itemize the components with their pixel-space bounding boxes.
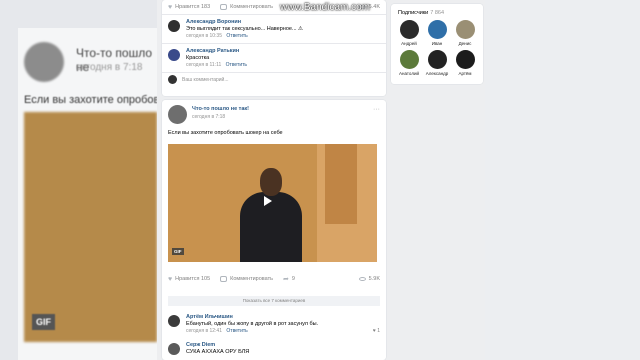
subscriber[interactable]: Денис [451, 20, 479, 46]
comment-date: сегодня в 11:11 [186, 62, 222, 68]
background-avatar [24, 42, 64, 82]
comment-author[interactable]: Серж Diem [186, 342, 380, 348]
like-count: 183 [200, 4, 211, 10]
views-count: 5.9K [368, 276, 380, 282]
background-left: Что-то пошло не сегодня в 7:18 Если вы з… [0, 0, 157, 360]
subscriber[interactable]: Александр [423, 50, 451, 76]
background-post-text: Если вы захотите опробова [24, 94, 157, 106]
background-gif-badge: GIF [32, 314, 55, 330]
share-count: 9 [291, 276, 295, 282]
avatar [399, 50, 419, 69]
video-frame-person-head [260, 168, 282, 196]
comment-author[interactable]: Александр Воронин [186, 19, 380, 25]
comment-label: Комментировать [230, 4, 273, 10]
comment-meta: сегодня в 11:11 Ответить [186, 62, 380, 68]
more-options-icon[interactable]: ··· [373, 106, 380, 113]
reply-button[interactable]: Ответить [226, 33, 247, 39]
play-icon[interactable] [264, 196, 272, 206]
comment-text: Красотка [186, 55, 210, 61]
reply-button[interactable]: Ответить [226, 328, 247, 334]
avatar[interactable] [168, 343, 180, 355]
comment-text: СУКА АХХАХА ОРУ БЛЯ [186, 349, 250, 355]
like-button[interactable]: ♥ Нравится 105 [168, 276, 210, 283]
comment-icon [220, 276, 228, 282]
subscriber[interactable]: Артём [451, 50, 479, 76]
subscriber-name: Иван [431, 41, 443, 46]
post-actions: ♥ Нравится 105 Комментировать ➦ 9 5.9K [162, 272, 386, 286]
subscriber[interactable]: Анатолий [395, 50, 423, 76]
comment-date: сегодня в 12:41 [186, 328, 222, 334]
watermark: www.Bandicam.com [280, 2, 371, 13]
comment: Александр Ратькин Красотка сегодня в 11:… [162, 43, 386, 72]
avatar [455, 20, 475, 39]
avatar[interactable] [168, 20, 180, 32]
comment-date: сегодня в 10:35 [186, 33, 222, 39]
avatar[interactable] [168, 315, 180, 327]
comment-icon [220, 4, 228, 10]
heart-icon: ♥ [168, 275, 173, 283]
subscriber[interactable]: Андрей [395, 20, 423, 46]
subscribers-count: 7 864 [430, 10, 445, 16]
video-player[interactable]: GIF [168, 144, 377, 262]
subscriber-name: Андрей [401, 41, 417, 46]
eye-icon [358, 277, 366, 281]
avatar[interactable] [168, 105, 187, 124]
post-header: Что-то пошло не так! сегодня в 7:18 ··· [162, 100, 386, 126]
background-video [24, 112, 157, 342]
comment: Артём Ильчишин Ебанутый, один бы жопу в … [162, 310, 386, 338]
post-text: Если вы захотите опробовать шокер на себ… [168, 130, 283, 136]
avatar[interactable] [168, 49, 180, 61]
post-author[interactable]: Что-то пошло не так! [192, 106, 380, 112]
feed-page: ♥ Нравится 183 Комментировать 6.4K Алекс… [157, 0, 485, 360]
subscriber-name: Денис [458, 41, 472, 46]
comment-meta: сегодня в 10:35 Ответить [186, 33, 380, 39]
views-counter: 5.9K [358, 276, 380, 282]
comment-button[interactable]: Комментировать [220, 276, 273, 282]
subscriber-name: Артём [458, 71, 472, 76]
background-post-date: сегодня в 7:18 [76, 62, 143, 73]
like-button[interactable]: ♥ Нравится 183 [168, 4, 210, 11]
background-right [485, 0, 640, 360]
comment-like-button[interactable]: ♥ 1 [373, 328, 380, 334]
avatar [427, 50, 447, 69]
subscriber[interactable]: Иван [423, 20, 451, 46]
add-comment-placeholder: Ваш комментарий... [182, 76, 229, 83]
avatar [168, 75, 177, 84]
comment: Александр Воронин Это выглядит так сексу… [162, 14, 386, 43]
gif-badge: GIF [172, 248, 184, 255]
comment-text: Это выглядит так сексуально... Наверное.… [186, 26, 303, 32]
post-date[interactable]: сегодня в 7:18 [192, 114, 380, 120]
comment-button[interactable]: Комментировать [220, 4, 273, 10]
subscriber-name: Анатолий [399, 71, 419, 76]
comment-author[interactable]: Александр Ратькин [186, 48, 380, 54]
heart-icon: ♥ [168, 3, 173, 11]
avatar [427, 20, 447, 39]
share-icon: ➦ [282, 276, 289, 283]
views-count: 6.4K [368, 4, 380, 10]
like-label: Нравится [175, 276, 200, 282]
add-comment-field[interactable]: Ваш комментарий... [162, 72, 386, 86]
like-label: Нравится [175, 4, 200, 10]
comment: Серж Diem СУКА АХХАХА ОРУ БЛЯ [162, 338, 386, 359]
subscriber-name: Александр [425, 71, 449, 76]
comment-like-count: 1 [377, 328, 380, 334]
subscribers-header[interactable]: Подписчики 7 864 [391, 4, 483, 20]
post-card-2: Что-то пошло не так! сегодня в 7:18 ··· … [162, 100, 386, 360]
comment-author[interactable]: Артём Ильчишин [186, 314, 380, 320]
comment-meta: сегодня в 12:41 Ответить [186, 328, 380, 334]
like-count: 105 [200, 276, 211, 282]
comment-label: Комментировать [230, 276, 273, 282]
video-frame-door [325, 144, 357, 224]
comment-text: Ебанутый, один бы жопу в другой в рот за… [186, 321, 319, 327]
avatar [399, 20, 419, 39]
avatar [455, 50, 475, 69]
subscribers-title: Подписчики [398, 10, 429, 16]
subscribers-widget: Подписчики 7 864 Андрей Иван Денис Анатол… [391, 4, 483, 84]
show-all-comments-button[interactable]: Показать все 7 комментариев [168, 296, 380, 306]
reply-button[interactable]: Ответить [226, 62, 247, 68]
share-button[interactable]: ➦ 9 [283, 275, 295, 283]
subscribers-grid: Андрей Иван Денис Анатолий Александр Арт… [391, 20, 483, 76]
post-card-1: ♥ Нравится 183 Комментировать 6.4K Алекс… [162, 0, 386, 96]
